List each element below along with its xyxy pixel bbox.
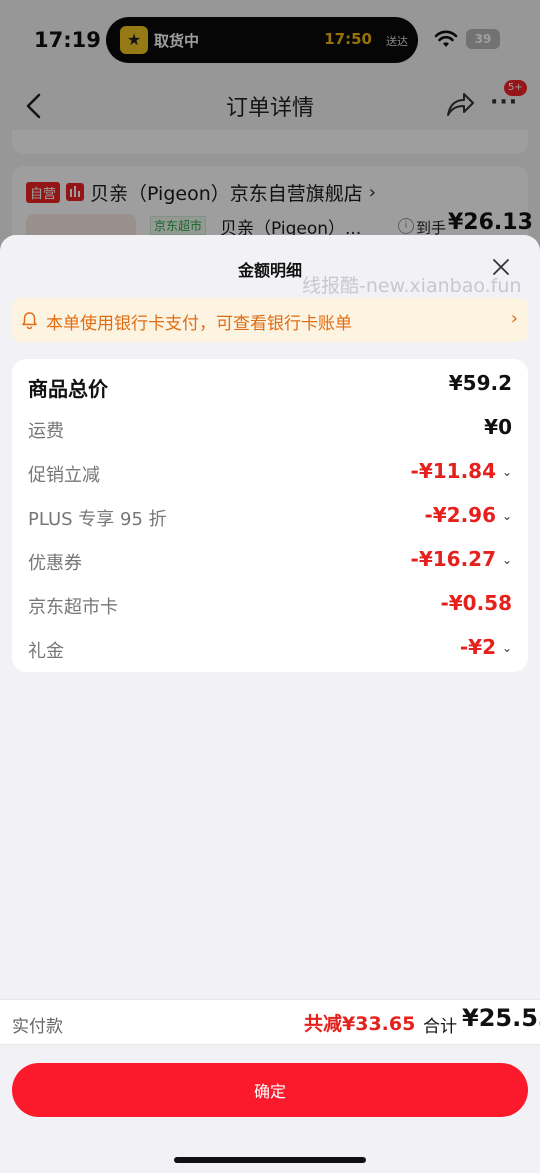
bell-icon xyxy=(22,312,37,329)
row-value: -¥11.84 xyxy=(410,459,496,483)
row-label: 商品总价 xyxy=(28,377,108,401)
row-value: ¥59.2 xyxy=(448,371,512,395)
chevron-down-icon[interactable]: ⌄ xyxy=(502,641,512,655)
amount-detail-sheet: 金额明细 线报酷-new.xianbao.fun 本单使用银行卡支付，可查看银行… xyxy=(0,235,540,1173)
row-value: ¥0 xyxy=(484,415,512,439)
row-value: -¥0.58 xyxy=(440,591,512,615)
notice-text: 本单使用银行卡支付，可查看银行卡账单 xyxy=(46,314,352,334)
row-value: -¥16.27 xyxy=(410,547,496,571)
confirm-button[interactable]: 确定 xyxy=(12,1063,528,1117)
row-goods-total: 商品总价 ¥59.2 xyxy=(28,371,512,401)
bank-card-notice[interactable]: 本单使用银行卡支付，可查看银行卡账单 › xyxy=(12,298,528,342)
row-promotion-discount[interactable]: 促销立减 -¥11.84 ⌄ xyxy=(28,459,512,489)
sum-label: 合计 xyxy=(423,1017,457,1037)
row-coupon[interactable]: 优惠券 -¥16.27 ⌄ xyxy=(28,547,512,577)
row-label: PLUS 专享 95 折 xyxy=(28,509,167,530)
home-indicator xyxy=(174,1157,366,1163)
row-label: 礼金 xyxy=(28,641,64,662)
sum-value: ¥25.55 xyxy=(462,1004,540,1032)
amount-breakdown-card: 商品总价 ¥59.2 运费 ¥0 促销立减 -¥11.84 ⌄ PLUS 专享 … xyxy=(12,359,528,672)
row-label: 优惠券 xyxy=(28,553,82,574)
watermark: 线报酷-new.xianbao.fun xyxy=(302,275,522,297)
row-value: -¥2 xyxy=(459,635,496,659)
chevron-down-icon[interactable]: ⌄ xyxy=(502,465,512,479)
row-supermarket-card: 京东超市卡 -¥0.58 xyxy=(28,591,512,621)
row-label: 促销立减 xyxy=(28,465,100,486)
chevron-right-icon: › xyxy=(510,308,518,329)
total-saved: 共减¥33.65 xyxy=(304,1013,416,1035)
paid-label: 实付款 xyxy=(12,1017,63,1037)
row-label: 运费 xyxy=(28,421,64,442)
row-shipping: 运费 ¥0 xyxy=(28,415,512,445)
chevron-down-icon[interactable]: ⌄ xyxy=(502,509,512,523)
row-label: 京东超市卡 xyxy=(28,597,118,618)
chevron-down-icon[interactable]: ⌄ xyxy=(502,553,512,567)
row-gift-money[interactable]: 礼金 -¥2 ⌄ xyxy=(28,635,512,665)
row-value: -¥2.96 xyxy=(424,503,496,527)
row-plus-discount[interactable]: PLUS 专享 95 折 -¥2.96 ⌄ xyxy=(28,503,512,533)
payment-summary-bar: 实付款 共减¥33.65 合计 ¥25.55 xyxy=(0,999,540,1045)
